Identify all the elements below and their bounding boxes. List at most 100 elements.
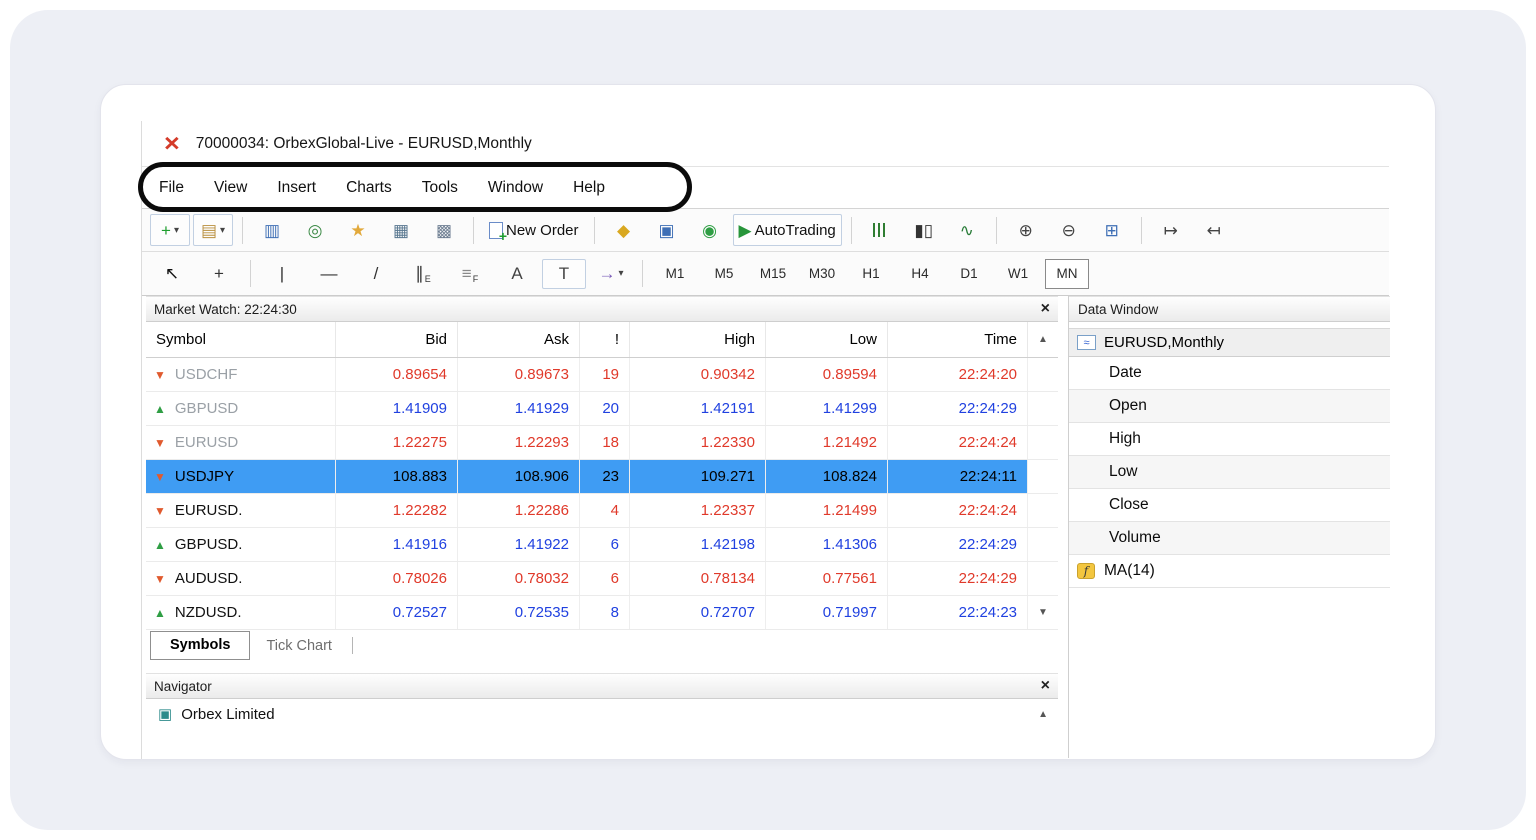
menu-item-charts[interactable]: Charts — [331, 179, 407, 197]
low-cell: 0.71997 — [766, 596, 888, 629]
candlestick-chart-icon[interactable]: ▮▯ — [904, 214, 944, 246]
time-cell: 22:24:29 — [888, 562, 1028, 595]
dropdown-arrow-icon[interactable]: ▾ — [220, 225, 225, 236]
tile-windows-icon[interactable]: ⊞ — [1092, 214, 1132, 246]
tab-symbols[interactable]: Symbols — [150, 630, 251, 660]
scrollbar-track — [1028, 494, 1058, 527]
spread-cell: 6 — [580, 528, 630, 561]
scroll-down-icon[interactable]: ▼ — [1038, 607, 1048, 618]
bid-cell: 1.22275 — [336, 426, 458, 459]
crosshair-icon[interactable]: + — [197, 259, 241, 289]
spread-cell: 18 — [580, 426, 630, 459]
auto-scroll-icon[interactable]: ↦ — [1151, 214, 1191, 246]
column-header-low[interactable]: Low — [766, 322, 888, 357]
new-order-icon[interactable]: New Order — [483, 214, 585, 246]
dropdown-arrow-icon[interactable]: ▾ — [618, 268, 623, 279]
timeframe-d1[interactable]: D1 — [947, 259, 991, 289]
data-window-field-low: Low — [1069, 456, 1390, 489]
market-watch-row-audusd[interactable]: ▼ AUDUSD. 0.78026 0.78032 6 0.78134 0.77561 22:… — [146, 562, 1058, 596]
menu-item-view[interactable]: View — [199, 179, 262, 197]
column-header-high[interactable]: High — [630, 322, 766, 357]
vertical-line-icon[interactable]: | — [260, 259, 304, 289]
data-window-symbol: EURUSD,Monthly — [1104, 334, 1225, 351]
market-watch-row-nzdusd[interactable]: ▲ NZDUSD. 0.72527 0.72535 8 0.72707 0.71997 22:… — [146, 596, 1058, 630]
zoom-out-icon[interactable]: ⊖ — [1049, 214, 1089, 246]
low-cell: 1.21499 — [766, 494, 888, 527]
column-header-symbol[interactable]: Symbol — [146, 322, 336, 357]
high-cell: 1.22330 — [630, 426, 766, 459]
terminal-icon[interactable]: ▦ — [381, 214, 421, 246]
data-window-title: Data Window — [1078, 301, 1159, 317]
toolbar-separator — [1140, 216, 1142, 244]
timeframe-m15[interactable]: M15 — [751, 259, 795, 289]
symbol-name: USDCHF — [174, 366, 238, 383]
toolbar-separator — [850, 216, 852, 244]
mql-community-icon[interactable]: ◉ — [690, 214, 730, 246]
timeframe-h4[interactable]: H4 — [898, 259, 942, 289]
cursor-icon[interactable]: ↖ — [150, 259, 194, 289]
bar-chart-icon[interactable] — [861, 214, 901, 246]
chart-shift-icon[interactable]: ↤ — [1194, 214, 1234, 246]
column-header-spread[interactable]: ! — [580, 322, 630, 357]
scroll-up-icon[interactable]: ▲ — [1038, 709, 1058, 720]
text-label-icon[interactable]: T — [542, 258, 586, 289]
equidistant-channel-icon: ∥ — [415, 264, 424, 283]
autotrading-icon[interactable]: ▶ AutoTrading — [732, 214, 842, 246]
navigator-icon[interactable]: ★ — [338, 214, 378, 246]
timeframe-h1[interactable]: H1 — [849, 259, 893, 289]
column-header-bid[interactable]: Bid — [336, 322, 458, 357]
navigator-item-orbex-limited[interactable]: ▣ Orbex Limited ▲ — [146, 699, 1058, 729]
bid-cell: 1.41909 — [336, 392, 458, 425]
menu-item-help[interactable]: Help — [558, 179, 620, 197]
tab-tick-chart[interactable]: Tick Chart — [250, 638, 348, 654]
time-cell: 22:24:24 — [888, 494, 1028, 527]
scroll-up-icon[interactable]: ▲ — [1038, 334, 1048, 345]
price-down-arrow-icon: ▼ — [154, 367, 166, 382]
menu-item-tools[interactable]: Tools — [407, 179, 473, 197]
timeframe-w1[interactable]: W1 — [996, 259, 1040, 289]
high-cell: 0.72707 — [630, 596, 766, 629]
menu-item-window[interactable]: Window — [473, 179, 558, 197]
expert-advisors-icon: ▣ — [658, 220, 675, 240]
arrows-icon[interactable]: → ▾ — [589, 259, 633, 289]
timeframe-m1[interactable]: M1 — [653, 259, 697, 289]
market-watch-row-eurusd[interactable]: ▼ EURUSD 1.22275 1.22293 18 1.22330 1.21492 22:… — [146, 426, 1058, 460]
symbol-cell: ▼ EURUSD — [146, 426, 336, 459]
close-icon[interactable]: × — [1041, 301, 1050, 317]
metaeditor-icon[interactable]: ◆ — [604, 214, 644, 246]
column-header-ask[interactable]: Ask — [458, 322, 580, 357]
market-watch-row-gbpusd[interactable]: ▲ GBPUSD 1.41909 1.41929 20 1.42191 1.41299 22:… — [146, 392, 1058, 426]
strategy-tester-icon[interactable]: ▩ — [424, 214, 464, 246]
symbol-name: GBPUSD — [174, 400, 239, 417]
horizontal-line-icon[interactable]: — — [307, 259, 351, 289]
menu-item-insert[interactable]: Insert — [262, 179, 331, 197]
dropdown-arrow-icon[interactable]: ▾ — [174, 225, 179, 236]
column-header-time[interactable]: Time — [888, 322, 1028, 357]
line-chart-icon[interactable]: ∿ — [947, 214, 987, 246]
new-chart-icon[interactable]: + ▾ — [150, 214, 190, 246]
text-icon[interactable]: A — [495, 259, 539, 289]
scrollbar-track: ▲ — [1028, 322, 1058, 357]
tile-windows-icon: ⊞ — [1104, 220, 1119, 240]
equidistant-channel-icon[interactable]: ∥ E — [401, 259, 445, 289]
fibonacci-icon[interactable]: ≡ F — [448, 259, 492, 289]
timeframe-mn[interactable]: MN — [1045, 258, 1089, 289]
market-watch-row-gbpusd[interactable]: ▲ GBPUSD. 1.41916 1.41922 6 1.42198 1.41306 22:… — [146, 528, 1058, 562]
trendline-icon[interactable]: / — [354, 259, 398, 289]
menu-item-file[interactable]: File — [144, 179, 199, 197]
market-watch-row-usdchf[interactable]: ▼ USDCHF 0.89654 0.89673 19 0.90342 0.89594 22:… — [146, 358, 1058, 392]
new-chart-icon: + — [161, 220, 171, 240]
market-watch-row-usdjpy[interactable]: ▼ USDJPY 108.883 108.906 23 109.271 108.824 22:… — [146, 460, 1058, 494]
market-watch-row-eurusd[interactable]: ▼ EURUSD. 1.22282 1.22286 4 1.22337 1.21499 22:… — [146, 494, 1058, 528]
data-window-icon[interactable]: ◎ — [295, 214, 335, 246]
navigator-header: Navigator × — [146, 673, 1058, 699]
zoom-in-icon[interactable]: ⊕ — [1006, 214, 1046, 246]
market-watch-icon[interactable]: ▥ — [252, 214, 292, 246]
timeframe-m5[interactable]: M5 — [702, 259, 746, 289]
autotrading-icon: ▶ — [738, 220, 752, 240]
expert-advisors-icon[interactable]: ▣ — [647, 214, 687, 246]
terminal-icon: ▦ — [392, 220, 410, 240]
close-icon[interactable]: × — [1041, 678, 1050, 694]
timeframe-m30[interactable]: M30 — [800, 259, 844, 289]
profiles-icon[interactable]: ▤ ▾ — [193, 214, 233, 246]
